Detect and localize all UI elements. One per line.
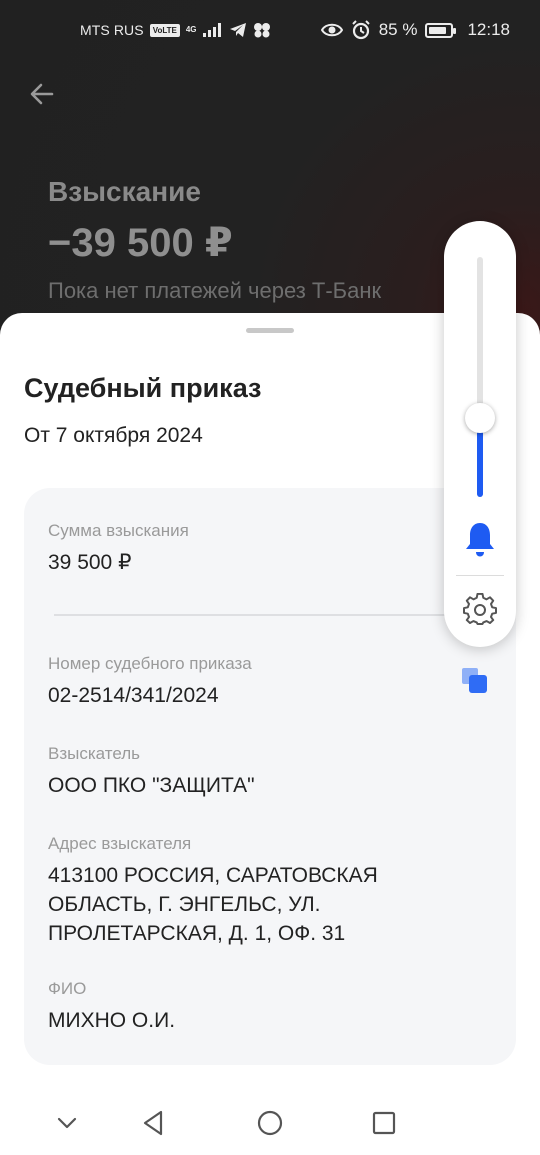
- volume-panel: [444, 221, 516, 647]
- status-bar: MTS RUS VoLTE 4G 85 % 12:18: [0, 0, 540, 64]
- sheet-title: Судебный приказ: [24, 373, 262, 403]
- divider: [54, 614, 494, 616]
- eye-icon: [320, 23, 343, 37]
- home-circle-icon[interactable]: [253, 1106, 287, 1140]
- alarm-icon: [351, 20, 370, 40]
- field-label: Номер судебного приказа: [48, 654, 252, 673]
- field-label: ФИО: [48, 979, 87, 998]
- field-creditor: Взыскатель ООО ПКО "ЗАЩИТА": [48, 743, 468, 800]
- debt-amount: −39 500 ₽: [48, 221, 233, 265]
- back-triangle-icon[interactable]: [137, 1106, 171, 1140]
- field-value: 413100 РОССИЯ, САРАТОВСКАЯ ОБЛАСТЬ, Г. Э…: [48, 864, 378, 945]
- debt-title: Взыскание: [48, 176, 201, 207]
- field-full-name: ФИО МИХНО О.И.: [48, 978, 468, 1035]
- field-value: ООО ПКО "ЗАЩИТА": [48, 774, 255, 797]
- debt-subtitle: Пока нет платежей через Т-Банк: [48, 278, 382, 303]
- system-nav-bar: [0, 1088, 540, 1155]
- telegram-icon: [229, 23, 246, 37]
- volte-badge: VoLTE: [149, 23, 180, 37]
- battery-icon: [425, 22, 457, 38]
- divider: [456, 575, 504, 576]
- sheet-drag-handle[interactable]: [246, 328, 294, 333]
- recents-square-icon[interactable]: [367, 1106, 401, 1140]
- copy-icon[interactable]: [460, 666, 490, 696]
- clock: 12:18: [467, 20, 510, 39]
- bell-icon[interactable]: [462, 519, 498, 559]
- field-amount: Сумма взыскания 39 500 ₽: [48, 520, 468, 577]
- signal-icon: [202, 23, 221, 37]
- gear-icon[interactable]: [463, 593, 497, 627]
- network-type: 4G: [185, 25, 197, 34]
- battery-percent: 85 %: [378, 20, 418, 39]
- field-order-number: Номер судебного приказа 02-2514/341/2024: [48, 653, 468, 710]
- field-value: 39 500 ₽: [48, 551, 132, 574]
- app-icon: [253, 23, 270, 38]
- field-creditor-address: Адрес взыскателя 413100 РОССИЯ, САРАТОВС…: [48, 833, 448, 948]
- field-label: Взыскатель: [48, 744, 141, 763]
- details-card: Сумма взыскания 39 500 ₽ Номер судебного…: [24, 488, 516, 1065]
- back-arrow-icon[interactable]: [26, 78, 58, 110]
- carrier-label: MTS RUS: [80, 22, 144, 38]
- field-value: МИХНО О.И.: [48, 1009, 176, 1032]
- field-label: Адрес взыскателя: [48, 834, 192, 853]
- sheet-date: От 7 октября 2024: [24, 424, 203, 447]
- volume-slider[interactable]: [477, 257, 483, 497]
- field-label: Сумма взыскания: [48, 521, 189, 540]
- chevron-down-icon[interactable]: [50, 1106, 84, 1140]
- volume-slider-knob[interactable]: [465, 403, 495, 433]
- field-value: 02-2514/341/2024: [48, 684, 219, 707]
